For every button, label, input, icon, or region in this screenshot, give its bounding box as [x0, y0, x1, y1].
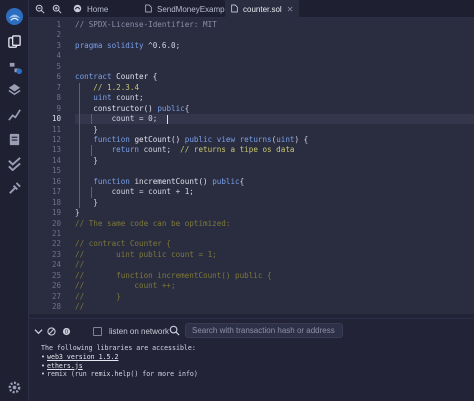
line-number: 23	[51, 249, 61, 259]
line-number: 8	[56, 93, 61, 103]
tab-label: counter.sol	[243, 4, 282, 14]
line-number: 16	[51, 176, 61, 186]
code-area[interactable]: // SPDX-License-Identifier: MIT pragma so…	[75, 18, 474, 314]
library-item: ethers.js	[41, 362, 471, 371]
line-number: 13	[51, 145, 61, 155]
code-line[interactable]: function getCount() public view returns(…	[75, 135, 308, 145]
code-line[interactable]: }	[75, 198, 98, 208]
terminal-intro: The following libraries are accessible:	[41, 344, 196, 352]
code-line[interactable]: //	[75, 260, 84, 270]
line-number: 19	[51, 208, 61, 218]
solidity-compiler-icon[interactable]	[4, 80, 24, 100]
library-list: web3 version 1.5.2 ethers.js remix (run …	[41, 353, 471, 379]
remix-logo-icon[interactable]	[3, 5, 25, 27]
line-number: 27	[51, 291, 61, 301]
line-number: 22	[51, 239, 61, 249]
line-number: 11	[51, 124, 61, 134]
settings-icon[interactable]	[4, 377, 24, 397]
transaction-search-input[interactable]	[185, 323, 343, 338]
home-icon	[73, 4, 82, 15]
tab-label: Home	[87, 4, 109, 14]
code-line[interactable]: // The same code can be optimized:	[75, 219, 230, 229]
listen-on-network-label: listen on network	[109, 327, 170, 336]
zoom-out-icon[interactable]	[33, 2, 47, 16]
library-link[interactable]: web3 version 1.5.2	[47, 353, 118, 361]
tab-home[interactable]: Home	[67, 0, 114, 18]
library-link[interactable]: ethers.js	[47, 362, 83, 370]
code-line[interactable]: uint count;	[75, 93, 143, 103]
line-number: 14	[51, 155, 61, 165]
file-explorer-icon[interactable]	[4, 32, 24, 52]
terminal-output: The following libraries are accessible: …	[41, 344, 471, 379]
code-line[interactable]: count = count + 1;	[75, 187, 194, 197]
line-number: 25	[51, 270, 61, 280]
clear-console-icon[interactable]	[46, 326, 56, 336]
line-number: 28	[51, 302, 61, 312]
icon-rail	[0, 0, 29, 401]
terminal-toolbar: 0 listen on network	[29, 318, 474, 342]
code-line[interactable]: constructor() public{	[75, 104, 189, 114]
library-item: remix (run remix.help() for more info)	[41, 370, 471, 379]
code-line[interactable]: function incrementCount() public{	[75, 177, 244, 187]
file-icon	[145, 4, 152, 15]
code-line[interactable]: count = 0;	[75, 114, 158, 124]
code-line[interactable]: pragma solidity ^0.6.0;	[75, 41, 180, 51]
code-line[interactable]: // SPDX-License-Identifier: MIT	[75, 20, 217, 30]
line-number: 12	[51, 134, 61, 144]
line-number: 2	[56, 30, 61, 40]
line-number: 4	[56, 51, 61, 61]
listen-on-network-checkbox[interactable]	[93, 327, 102, 336]
line-number: 15	[51, 166, 61, 176]
line-number: 24	[51, 260, 61, 270]
line-number: 3	[56, 40, 61, 50]
debugger-icon[interactable]	[4, 178, 24, 198]
tab-counter[interactable]: counter.sol ✕	[225, 0, 300, 18]
line-number: 6	[56, 72, 61, 82]
code-line[interactable]: //	[75, 302, 84, 312]
line-number: 20	[51, 218, 61, 228]
code-line[interactable]: // }	[75, 292, 121, 302]
file-icon	[231, 4, 238, 15]
code-line[interactable]: }	[75, 156, 98, 166]
line-number: 9	[56, 103, 61, 113]
zoom-in-icon[interactable]	[50, 2, 64, 16]
search-icon	[169, 325, 180, 336]
line-number: 26	[51, 281, 61, 291]
line-number: 7	[56, 82, 61, 92]
unit-test-icon[interactable]	[4, 153, 24, 173]
chevron-down-icon[interactable]	[33, 326, 43, 336]
code-line[interactable]: // function incrementCount() public {	[75, 271, 272, 281]
line-number: 5	[56, 61, 61, 71]
code-editor[interactable]: 1 2 3 4 5 6 7 8 9 10 11 12 13 14 15 16 17 18 19 20 21 22 23 24 2…	[29, 18, 474, 314]
line-number: 18	[51, 197, 61, 207]
code-line[interactable]: // uint public count = 1;	[75, 250, 217, 260]
pending-tx-icon[interactable]: 0	[61, 326, 71, 336]
line-number-gutter: 1 2 3 4 5 6 7 8 9 10 11 12 13 14 15 16 17 18 19 20 21 22 23 24 2…	[29, 18, 67, 314]
code-line[interactable]: // count ++;	[75, 281, 176, 291]
line-number: 17	[51, 187, 61, 197]
library-item: web3 version 1.5.2	[41, 353, 471, 362]
tab-bar: Home SendMoneyExample.sol counter.sol ✕	[29, 0, 474, 18]
text-caret	[167, 114, 168, 124]
code-line[interactable]: return count; // returns a tipe os data	[75, 145, 295, 155]
code-line[interactable]: }	[75, 125, 98, 135]
code-line[interactable]: contract Counter {	[75, 72, 157, 82]
line-number: 10	[51, 114, 61, 124]
analysis-icon[interactable]	[4, 129, 24, 149]
deploy-run-icon[interactable]	[4, 104, 24, 124]
line-number: 1	[56, 20, 61, 29]
code-line[interactable]: }	[75, 208, 80, 218]
close-icon[interactable]: ✕	[287, 5, 294, 14]
plugin-manager-icon[interactable]	[4, 57, 24, 77]
line-number: 21	[51, 229, 61, 238]
code-line[interactable]: // contract Counter {	[75, 239, 171, 249]
library-text: remix (run remix.help() for more info)	[47, 370, 198, 379]
code-line[interactable]: // 1.2.3.4	[75, 83, 139, 93]
